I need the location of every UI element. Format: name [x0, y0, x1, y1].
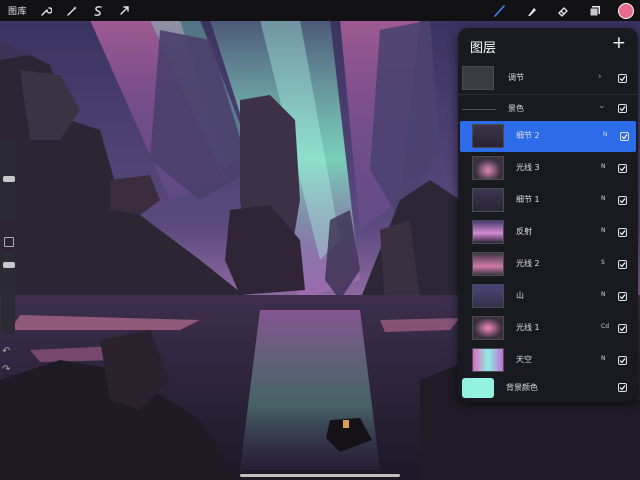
layer-row-detail-2[interactable]: 细节 2 N — [460, 121, 636, 152]
undo-button[interactable]: ↶ — [2, 346, 10, 357]
visibility-checkbox[interactable] — [618, 292, 627, 301]
blend-mode[interactable]: N — [601, 355, 606, 362]
layer-name: 背景颜色 — [506, 383, 538, 392]
layer-name: 山 — [516, 291, 524, 300]
toolbar-right-group — [490, 0, 640, 21]
home-indicator[interactable] — [240, 474, 400, 477]
layer-thumbnail — [472, 124, 504, 148]
layers-panel: 图层 + 调节 › 景色 ⌄ 细节 2 N 光线 3 N 细节 1 N 反射 N — [458, 28, 638, 402]
layer-group-scene[interactable]: 景色 ⌄ — [458, 95, 638, 123]
modify-button[interactable] — [4, 237, 14, 247]
layer-row-light-1[interactable]: 光线 1 Cd — [458, 313, 638, 344]
layer-row-background-color[interactable]: 背景颜色 — [458, 375, 638, 401]
layer-name: 调节 — [508, 73, 524, 82]
layers-icon[interactable] — [586, 2, 604, 20]
layer-row-light-3[interactable]: 光线 3 N — [458, 153, 638, 184]
layer-thumbnail — [462, 66, 494, 90]
visibility-checkbox[interactable] — [618, 260, 627, 269]
top-toolbar: 图库 — [0, 0, 640, 21]
background-color-swatch[interactable] — [462, 378, 494, 398]
blend-mode[interactable]: N — [601, 227, 606, 234]
blend-mode[interactable]: S — [601, 259, 605, 266]
layer-name: 光线 1 — [516, 323, 540, 332]
visibility-checkbox[interactable] — [618, 196, 627, 205]
layer-name: 光线 3 — [516, 163, 540, 172]
blend-mode[interactable]: Cd — [601, 323, 609, 330]
group-divider — [462, 109, 496, 110]
magic-wand-icon[interactable] — [63, 2, 81, 20]
visibility-checkbox[interactable] — [618, 74, 627, 83]
layer-group-adjust[interactable]: 调节 › — [458, 63, 638, 95]
blend-mode[interactable]: N — [601, 291, 606, 298]
brush-icon[interactable] — [490, 2, 508, 20]
layer-row-detail-1[interactable]: 细节 1 N — [458, 185, 638, 216]
layer-name: 景色 — [508, 104, 524, 113]
visibility-checkbox[interactable] — [618, 324, 627, 333]
left-sidebar: ↶ ↷ — [0, 140, 16, 380]
brush-size-slider[interactable] — [1, 140, 15, 220]
layer-row-light-2[interactable]: 光线 2 S — [458, 249, 638, 280]
wrench-icon[interactable] — [37, 2, 55, 20]
eraser-icon[interactable] — [554, 2, 572, 20]
transform-arrow-icon[interactable] — [115, 2, 133, 20]
blend-mode[interactable]: N — [601, 195, 606, 202]
layer-thumbnail — [472, 220, 504, 244]
chevron-down-icon[interactable]: ⌄ — [598, 101, 606, 111]
blend-mode[interactable]: N — [603, 131, 608, 138]
layer-row-reflection[interactable]: 反射 N — [458, 217, 638, 248]
visibility-checkbox[interactable] — [620, 132, 629, 141]
layer-thumbnail — [472, 348, 504, 372]
layer-thumbnail — [472, 188, 504, 212]
layer-name: 光线 2 — [516, 259, 540, 268]
visibility-checkbox[interactable] — [618, 104, 627, 113]
panel-title: 图层 — [470, 41, 497, 56]
layer-thumbnail — [472, 284, 504, 308]
layer-name: 细节 1 — [516, 195, 540, 204]
chevron-right-icon[interactable]: › — [598, 72, 602, 82]
gallery-button[interactable]: 图库 — [8, 4, 27, 17]
add-layer-button[interactable]: + — [612, 33, 626, 53]
visibility-checkbox[interactable] — [618, 164, 627, 173]
layer-name: 细节 2 — [516, 131, 540, 140]
visibility-checkbox[interactable] — [618, 383, 627, 392]
layer-row-sky[interactable]: 天空 N — [458, 345, 638, 376]
smudge-icon[interactable] — [522, 2, 540, 20]
opacity-thumb[interactable] — [3, 262, 15, 268]
opacity-slider[interactable] — [1, 254, 15, 334]
color-picker-button[interactable] — [618, 2, 634, 19]
layer-thumbnail — [472, 316, 504, 340]
layer-thumbnail — [472, 252, 504, 276]
brush-size-thumb[interactable] — [3, 176, 15, 182]
layer-name: 天空 — [516, 355, 532, 364]
visibility-checkbox[interactable] — [618, 356, 627, 365]
visibility-checkbox[interactable] — [618, 228, 627, 237]
layer-name: 反射 — [516, 227, 532, 236]
layer-row-mountain[interactable]: 山 N — [458, 281, 638, 312]
layer-thumbnail — [472, 156, 504, 180]
blend-mode[interactable]: N — [601, 163, 606, 170]
selection-icon[interactable] — [89, 2, 107, 20]
redo-button[interactable]: ↷ — [2, 364, 10, 375]
